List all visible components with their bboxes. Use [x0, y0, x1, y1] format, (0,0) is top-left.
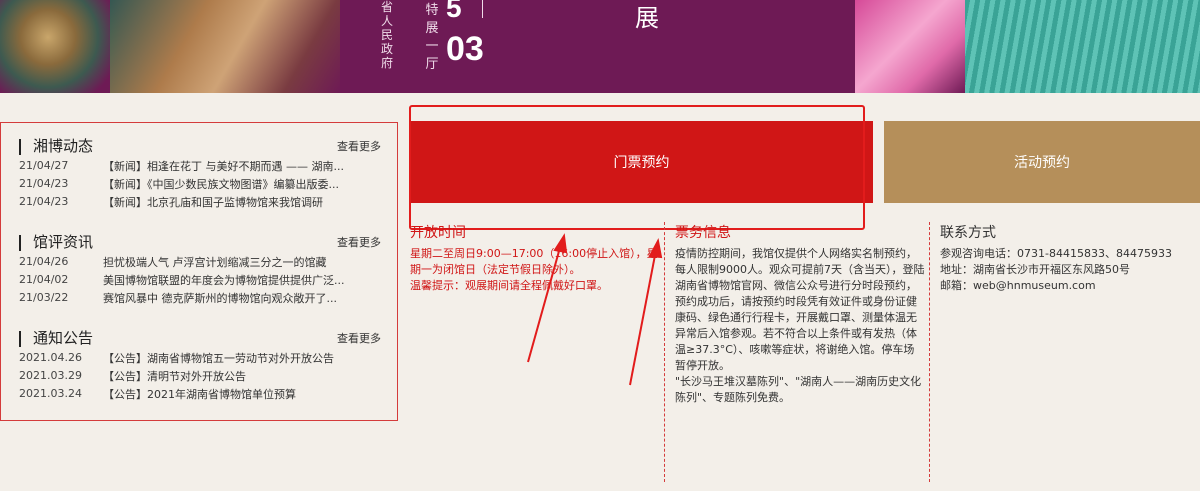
banner-month: 5	[446, 0, 462, 23]
item-date: 21/04/23	[19, 177, 69, 190]
banner-artwork-left	[0, 0, 120, 93]
banner-calligraphy-art	[855, 0, 965, 93]
banner-hall-text: 特展一厅	[425, 3, 439, 72]
list-item[interactable]: 2021.03.24 【公告】2021年湖南省博物馆单位预算	[19, 385, 381, 403]
contact-info: 联系方式 参观咨询电话：0731-84415833、84475933 地址：湖南…	[940, 222, 1200, 294]
email-value[interactable]: web@hnmuseum.com	[973, 279, 1096, 292]
opening-title: 开放时间	[410, 225, 466, 241]
email-label: 邮箱：	[940, 279, 973, 292]
banner-title: 展	[635, 4, 659, 32]
item-title[interactable]: 【公告】清明节对外开放公告	[103, 368, 381, 384]
exhibition-banner[interactable]: 省人民政府 特展一厅 5 03 展	[0, 0, 1200, 93]
list-item[interactable]: 21/03/22 赛馆风暴中 德克萨斯州的博物馆向观众敞开了...	[19, 289, 381, 307]
phone-label: 参观咨询电话：	[940, 247, 1017, 260]
opening-hours: 开放时间 星期二至周日9:00—17:00（16:00停止入馆），星期一为闭馆日…	[410, 222, 660, 294]
service-note: "长沙马王堆汉墓陈列"、"湖南人——湖南历史文化陈列"、专题陈列免费。	[675, 375, 922, 404]
banner-vertical-text: 省人民政府	[380, 0, 393, 70]
opening-reminder: 温馨提示：观展期间请全程佩戴好口罩。	[410, 279, 608, 292]
item-date: 21/04/02	[19, 273, 69, 286]
list-item[interactable]: 21/04/23 【新闻】北京孔庙和国子监博物馆来我馆调研	[19, 193, 381, 211]
item-title[interactable]: 【新闻】北京孔庙和国子监博物馆来我馆调研	[103, 194, 381, 210]
item-title[interactable]: 赛馆风暴中 德克萨斯州的博物馆向观众敞开了...	[103, 290, 381, 306]
more-link[interactable]: 查看更多	[337, 234, 381, 250]
activity-booking-button[interactable]: 活动预约	[884, 121, 1200, 203]
more-link[interactable]: 查看更多	[337, 330, 381, 346]
list-item[interactable]: 21/04/26 担忧极端人气 卢浮宫计划缩减三分之一的馆藏	[19, 253, 381, 271]
opening-hours-text: 星期二至周日9:00—17:00（16:00停止入馆），星期一为闭馆日（法定节假…	[410, 247, 658, 276]
banner-artwork-tapestry	[110, 0, 340, 93]
section-title: 通知公告	[33, 329, 94, 347]
item-title[interactable]: 【公告】湖南省博物馆五一劳动节对外开放公告	[103, 350, 381, 366]
section-announcements: 通知公告 查看更多 2021.04.26 【公告】湖南省博物馆五一劳动节对外开放公…	[19, 327, 381, 403]
contact-address-row: 地址：湖南省长沙市开福区东风路50号	[940, 262, 1200, 278]
item-date: 2021.04.26	[19, 351, 82, 364]
contact-title: 联系方式	[940, 225, 996, 241]
item-date: 21/04/27	[19, 159, 69, 172]
list-item[interactable]: 21/04/23 【新闻】《中国少数民族文物图谱》编纂出版委...	[19, 175, 381, 193]
item-title[interactable]: 【公告】2021年湖南省博物馆单位预算	[103, 386, 381, 402]
contact-email-row: 邮箱：web@hnmuseum.com	[940, 278, 1200, 294]
item-title[interactable]: 担忧极端人气 卢浮宫计划缩减三分之一的馆藏	[103, 254, 381, 270]
service-text: 疫情防控期间，我馆仅提供个人网络实名制预约，每人限制9000人。观众可提前7天（…	[675, 247, 925, 372]
ticket-info: 票务信息 疫情防控期间，我馆仅提供个人网络实名制预约，每人限制9000人。观众可…	[675, 222, 925, 406]
banner-separator	[482, 0, 483, 18]
item-date: 21/04/26	[19, 255, 69, 268]
item-title[interactable]: 【新闻】相逢在花丁 与美好不期而遇 —— 湖南...	[103, 158, 381, 174]
banner-fan-art	[965, 0, 1200, 93]
ticket-booking-button[interactable]: 门票预约	[410, 121, 873, 203]
banner-day: 03	[446, 30, 484, 68]
section-bar	[19, 139, 21, 155]
section-industry-news: 馆评资讯 查看更多 21/04/26 担忧极端人气 卢浮宫计划缩减三分之一的馆藏 …	[19, 231, 381, 307]
service-title: 票务信息	[675, 225, 731, 241]
item-date: 21/03/22	[19, 291, 69, 304]
more-link[interactable]: 查看更多	[337, 138, 381, 154]
list-item[interactable]: 21/04/02 美国博物馆联盟的年度会为博物馆提供提供广泛...	[19, 271, 381, 289]
item-date: 2021.03.24	[19, 387, 82, 400]
item-title[interactable]: 美国博物馆联盟的年度会为博物馆提供提供广泛...	[103, 272, 381, 288]
contact-phone-row: 参观咨询电话：0731-84415833、84475933	[940, 246, 1200, 262]
item-date: 21/04/23	[19, 195, 69, 208]
list-item[interactable]: 2021.04.26 【公告】湖南省博物馆五一劳动节对外开放公告	[19, 349, 381, 367]
list-item[interactable]: 21/04/27 【新闻】相逢在花丁 与美好不期而遇 —— 湖南...	[19, 157, 381, 175]
section-museum-news: 湘博动态 查看更多 21/04/27 【新闻】相逢在花丁 与美好不期而遇 —— 湖…	[19, 135, 381, 211]
section-title: 馆评资讯	[33, 233, 94, 251]
list-item[interactable]: 2021.03.29 【公告】清明节对外开放公告	[19, 367, 381, 385]
item-date: 2021.03.29	[19, 369, 82, 382]
column-divider	[664, 222, 665, 482]
section-title: 湘博动态	[33, 137, 94, 155]
item-title[interactable]: 【新闻】《中国少数民族文物图谱》编纂出版委...	[103, 176, 381, 192]
address-label: 地址：	[940, 263, 973, 276]
section-bar	[19, 235, 21, 251]
address-value: 湖南省长沙市开福区东风路50号	[973, 263, 1130, 276]
section-bar	[19, 331, 21, 347]
phone-value: 0731-84415833、84475933	[1017, 247, 1172, 260]
column-divider	[929, 222, 930, 482]
news-panel: 湘博动态 查看更多 21/04/27 【新闻】相逢在花丁 与美好不期而遇 —— 湖…	[0, 122, 398, 421]
